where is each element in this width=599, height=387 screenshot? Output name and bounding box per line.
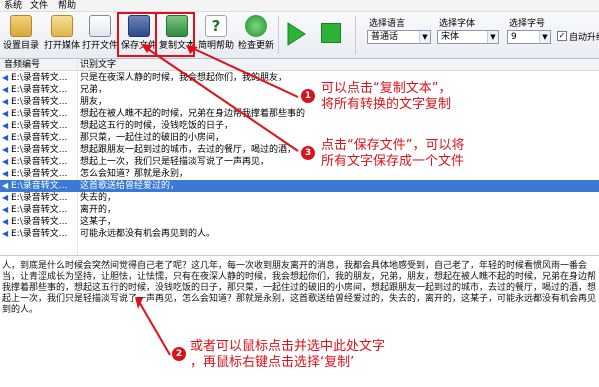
callout-copy: 可以点击“复制文本”， 将所有转换的文字复制 — [321, 81, 452, 112]
callout-badge-1: 1 — [301, 89, 315, 103]
callout-save: 点击“保存文件”，可以将 所有文字保存成一个文件 — [321, 138, 465, 169]
callout-badge-3: 3 — [301, 146, 315, 160]
callout-select-text: 或者可以鼠标点击并选中此处文字 ，再鼠标右键点击选择‘复制’ — [190, 339, 386, 370]
arrow-to-textarea — [137, 299, 171, 356]
annotation-arrows — [135, 44, 299, 356]
callout-badge-2: 2 — [172, 347, 186, 361]
